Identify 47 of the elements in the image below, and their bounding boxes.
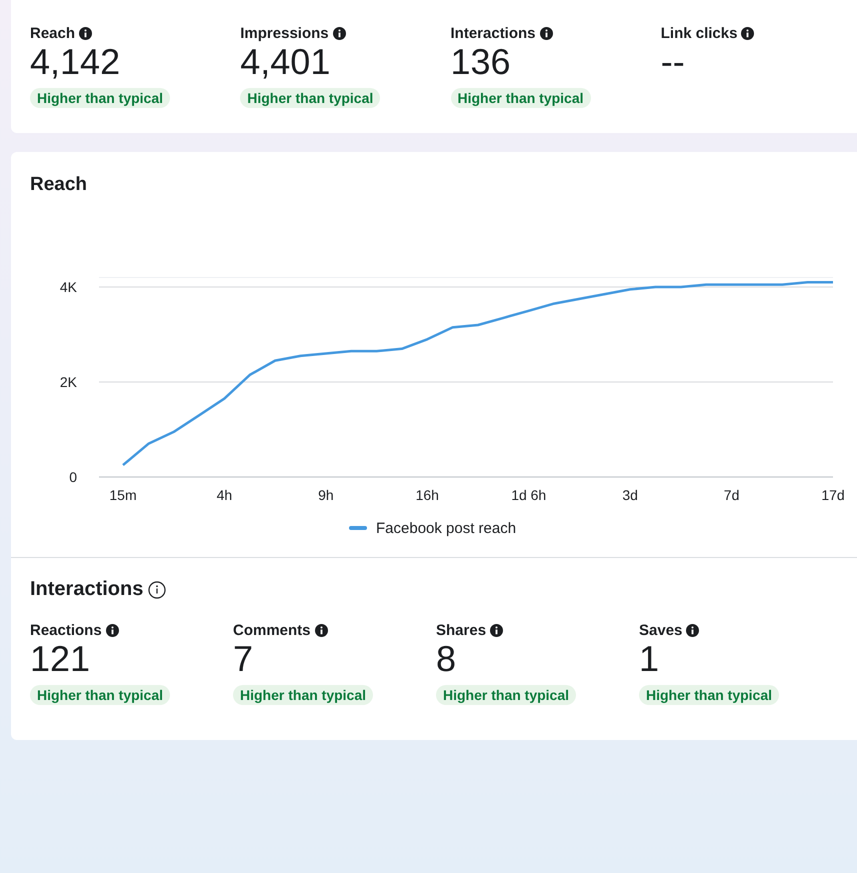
x-tick-label: 15m	[109, 487, 137, 503]
trend-badge: Higher than typical	[30, 88, 170, 108]
y-tick-label: 2K	[60, 374, 77, 390]
trend-badge: Higher than typical	[233, 685, 374, 705]
metric-value: 4,142	[30, 42, 122, 84]
metric-label: Interactions	[450, 24, 536, 42]
info-icon[interactable]	[686, 624, 700, 636]
metric-value: 136	[450, 42, 512, 84]
trend-badge: Higher than typical	[639, 685, 780, 705]
section-title: Interactions	[30, 578, 144, 601]
metric-value: 8	[436, 639, 458, 681]
metric-value: 7	[233, 639, 254, 681]
trend-badge: Higher than typical	[240, 88, 380, 108]
metric-label: Link clicks	[660, 24, 738, 42]
metric-label: Impressions	[240, 24, 329, 42]
metric-value: --	[660, 42, 686, 84]
legend-swatch	[349, 526, 367, 530]
metric-label: Shares	[436, 622, 486, 638]
metric-label: Saves	[639, 622, 682, 638]
info-icon[interactable]	[148, 580, 166, 598]
info-icon[interactable]	[540, 26, 553, 40]
metric-value: 4,401	[240, 42, 332, 84]
x-tick-label: 7d	[724, 487, 740, 503]
metric-value: 1	[639, 639, 660, 681]
info-icon[interactable]	[106, 624, 119, 636]
legend-label: Facebook post reach	[376, 520, 516, 536]
x-tick-label: 9h	[318, 487, 334, 503]
x-tick-label: 17d	[821, 487, 845, 503]
y-tick-label: 4K	[60, 279, 77, 295]
metric-label: Comments	[233, 622, 311, 638]
section-title: Reach	[29, 174, 88, 196]
metric-label: Reach	[30, 24, 76, 42]
info-icon[interactable]	[490, 624, 504, 636]
info-icon[interactable]	[741, 26, 754, 40]
x-tick-label: 3d	[622, 487, 638, 503]
trend-badge: Higher than typical	[30, 685, 170, 705]
info-icon[interactable]	[79, 26, 92, 40]
trend-badge: Higher than typical	[436, 685, 576, 705]
y-tick-label: 0	[69, 469, 77, 485]
x-tick-label: 4h	[216, 487, 232, 503]
x-tick-label: 16h	[416, 487, 439, 503]
trend-badge: Higher than typical	[450, 88, 591, 108]
metric-value: 121	[30, 639, 92, 681]
metric-label: Reactions	[30, 622, 102, 638]
info-icon[interactable]	[332, 26, 346, 40]
x-tick-label: 1d 6h	[511, 487, 546, 503]
info-icon[interactable]	[314, 624, 328, 636]
